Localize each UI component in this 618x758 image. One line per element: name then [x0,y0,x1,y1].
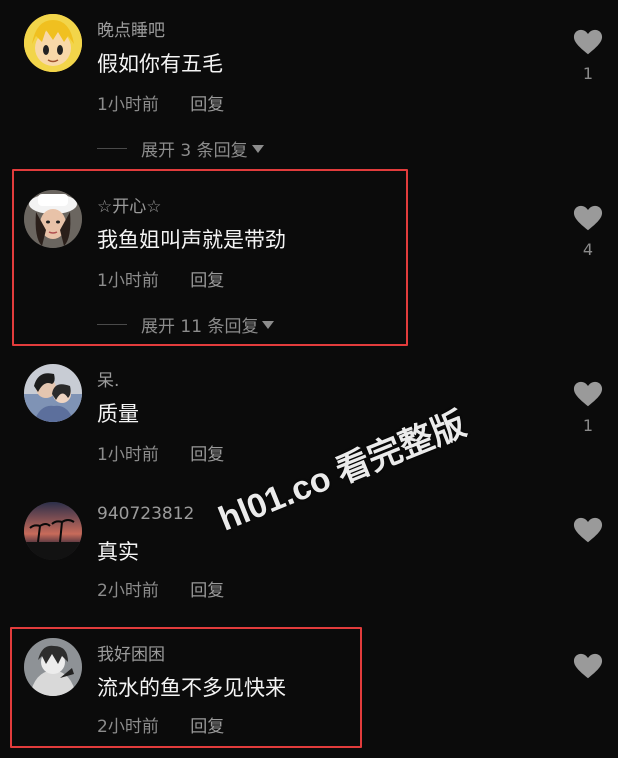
comment-text: 我鱼姐叫声就是带劲 [97,228,286,252]
sunset-palms-avatar-icon [24,502,82,560]
reply-button[interactable]: 回复 [190,266,224,291]
reply-button[interactable]: 回复 [190,90,224,115]
comment-meta: 1小时前 回复 [97,90,224,115]
expand-replies-label: 展开 11 条回复 [141,317,259,337]
expand-replies-button[interactable]: 展开 3 条回复 [97,136,264,161]
comment-meta: 2小时前 回复 [97,576,224,601]
anime-character-avatar-icon [24,638,82,696]
avatar[interactable] [24,14,82,72]
comment-time: 1小时前 [97,95,159,115]
caret-down-icon [262,320,275,329]
heart-icon [573,517,603,543]
expand-replies-button[interactable]: 展开 11 条回复 [97,312,275,337]
avatar[interactable] [24,364,82,422]
comment-username[interactable]: ☆开心☆ [97,192,161,217]
avatar[interactable] [24,190,82,248]
comment-username[interactable]: 我好困困 [97,640,165,665]
like-button[interactable] [572,652,604,688]
cartoon-blonde-avatar-icon [24,14,82,72]
heart-icon [573,205,603,231]
comment-meta: 1小时前 回复 [97,440,224,465]
comment-item: 我好困困 流水的鱼不多见快来 2小时前 回复 [0,626,618,756]
girl-with-hat-avatar-icon [24,190,82,248]
comment-item: 940723812 真实 2小时前 回复 [0,490,618,620]
comment-meta: 2小时前 回复 [97,712,224,737]
comment-text: 流水的鱼不多见快来 [97,676,286,700]
comment-item: ☆开心☆ 我鱼姐叫声就是带劲 1小时前 回复 展开 11 条回复 4 [0,176,618,346]
comment-time: 2小时前 [97,717,159,737]
heart-icon [573,29,603,55]
like-button[interactable] [572,516,604,552]
like-count: 4 [582,240,594,259]
avatar[interactable] [24,638,82,696]
caret-down-icon [251,144,264,153]
avatar[interactable] [24,502,82,560]
comment-username[interactable]: 940723812 [97,504,194,524]
heart-icon [573,381,603,407]
expand-replies-label: 展开 3 条回复 [141,141,248,161]
like-button[interactable]: 1 [572,380,604,435]
like-count: 1 [582,416,594,435]
divider-line [97,148,127,149]
comment-time: 2小时前 [97,581,159,601]
comment-text: 质量 [97,402,139,426]
couple-photo-avatar-icon [24,364,82,422]
like-button[interactable]: 1 [572,28,604,83]
comment-item: 晚点睡吧 假如你有五毛 1小时前 回复 展开 3 条回复 1 [0,0,618,170]
comment-username[interactable]: 晚点睡吧 [97,16,165,41]
reply-button[interactable]: 回复 [190,576,224,601]
heart-icon [573,653,603,679]
like-button[interactable]: 4 [572,204,604,259]
divider-line [97,324,127,325]
comment-username[interactable]: 呆. [97,366,119,391]
comment-time: 1小时前 [97,271,159,291]
comment-item: 呆. 质量 1小时前 回复 1 [0,352,618,482]
comment-text: 真实 [97,540,139,564]
comment-text: 假如你有五毛 [97,52,223,76]
reply-button[interactable]: 回复 [190,440,224,465]
like-count: 1 [582,64,594,83]
comment-time: 1小时前 [97,445,159,465]
comment-meta: 1小时前 回复 [97,266,224,291]
reply-button[interactable]: 回复 [190,712,224,737]
